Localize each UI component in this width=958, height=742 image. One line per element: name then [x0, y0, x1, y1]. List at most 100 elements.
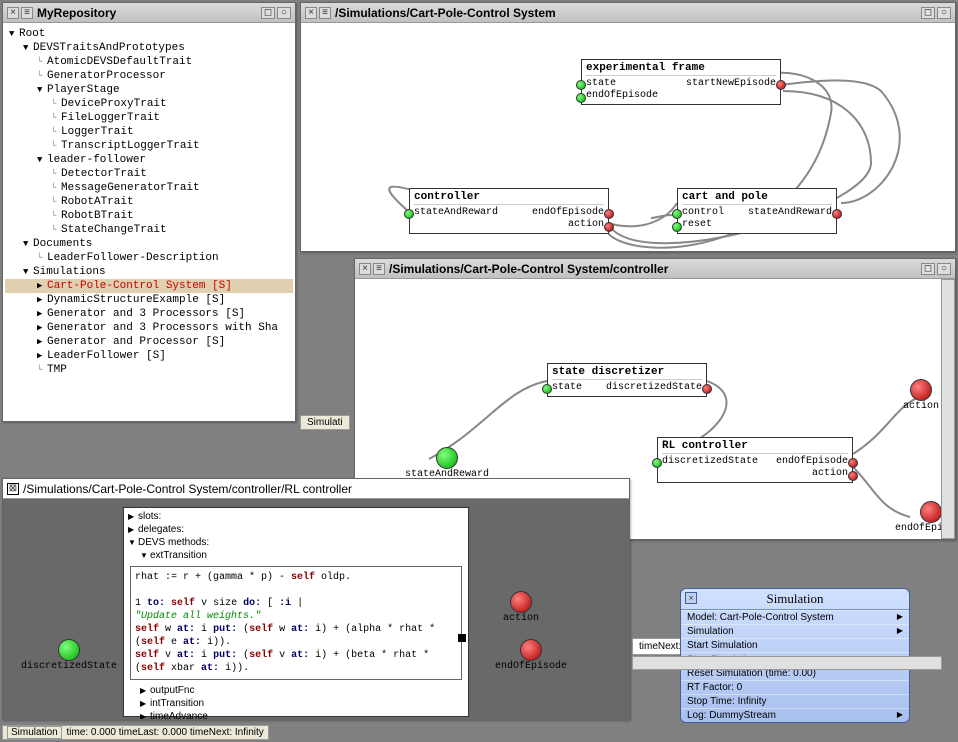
tree-item[interactable]: ▶Generator and Processor [S] [5, 335, 293, 349]
repository-tree[interactable]: ▼Root▼DEVSTraitsAndPrototypes└AtomicDEVS… [3, 23, 295, 421]
editor-canvas[interactable]: discretizedState ▶slots: ▶delegates: ▼DE… [3, 499, 629, 719]
editor-title: /Simulations/Cart-Pole-Control System/co… [23, 482, 625, 496]
collapse-icon[interactable]: ◻ [921, 7, 935, 19]
editor-port-endofepisode[interactable]: endOfEpisode [495, 639, 567, 672]
tree-item[interactable]: ▶DynamicStructureExample [S] [5, 293, 293, 307]
canvas-controller-title: /Simulations/Cart-Pole-Control System/co… [389, 262, 921, 276]
tree-item[interactable]: ▶LeaderFollower [S] [5, 349, 293, 363]
tree-item[interactable]: ▼PlayerStage [5, 83, 293, 97]
editor-port-in[interactable]: discretizedState [21, 639, 117, 672]
tree-item[interactable]: └FileLoggerTrait [5, 111, 293, 125]
tree-item[interactable]: └MessageGeneratorTrait [5, 181, 293, 195]
sim-menu-item[interactable]: Log: DummyStream▶ [681, 708, 909, 722]
freeport-stateandreward[interactable]: stateAndReward [405, 447, 489, 480]
tree-item[interactable]: ▼Root [5, 27, 293, 41]
statusbar-text: time: 0.000 timeLast: 0.000 timeNext: In… [66, 727, 263, 738]
tree-item[interactable]: └RobotBTrait [5, 209, 293, 223]
port-out[interactable] [604, 209, 614, 219]
tree-item[interactable]: └AtomicDEVSDefaultTrait [5, 55, 293, 69]
repository-window: × ≡ MyRepository ◻ ○ ▼Root▼DEVSTraitsAnd… [2, 2, 296, 422]
close-icon[interactable]: ⊠ [7, 483, 19, 495]
node-title: state discretizer [552, 366, 702, 380]
tree-item[interactable]: └StateChangeTrait [5, 223, 293, 237]
sim-menu-item[interactable]: Start Simulation [681, 638, 909, 652]
node-experimental-frame[interactable]: experimental frame statestartNewEpisode … [581, 59, 781, 105]
canvas-controller-titlebar[interactable]: × ≡ /Simulations/Cart-Pole-Control Syste… [355, 259, 955, 279]
repository-title: MyRepository [37, 6, 261, 20]
node-title: RL controller [662, 440, 848, 454]
tab-stub[interactable]: Simulati [300, 415, 350, 430]
node-cart-and-pole[interactable]: cart and pole controlstateAndReward rese… [677, 188, 837, 234]
port-out[interactable] [848, 471, 858, 481]
tree-item[interactable]: └LoggerTrait [5, 125, 293, 139]
port-in[interactable] [672, 209, 682, 219]
collapse-icon[interactable]: ◻ [921, 263, 935, 275]
menu-icon[interactable]: ≡ [21, 7, 33, 19]
sim-menu-item[interactable]: RT Factor: 0 [681, 680, 909, 694]
port-out[interactable] [702, 384, 712, 394]
vertical-scrollbar[interactable] [941, 279, 955, 539]
node-rl-controller[interactable]: RL controller discretizedStateendOfEpiso… [657, 437, 853, 483]
port-out[interactable] [832, 209, 842, 219]
tree-item[interactable]: └TranscriptLoggerTrait [5, 139, 293, 153]
sim-menu-item[interactable]: Model: Cart-Pole-Control System▶ [681, 610, 909, 624]
node-controller[interactable]: controller stateAndRewardendOfEpisode ac… [409, 188, 609, 234]
tree-item[interactable]: ▶Generator and 3 Processors with Sha [5, 321, 293, 335]
grow-icon[interactable]: ○ [937, 263, 951, 275]
editor-titlebar[interactable]: ⊠ /Simulations/Cart-Pole-Control System/… [3, 479, 629, 499]
node-title: controller [414, 191, 604, 205]
tree-item[interactable]: └RobotATrait [5, 195, 293, 209]
canvas-cartpole-window: × ≡ /Simulations/Cart-Pole-Control Syste… [300, 2, 956, 252]
code-section-list[interactable]: ▶slots: ▶delegates: ▼DEVS methods: ▼extT… [124, 508, 468, 564]
tree-item[interactable]: └GeneratorProcessor [5, 69, 293, 83]
node-title: cart and pole [682, 191, 832, 205]
status-bar: Simulation time: 0.000 timeLast: 0.000 t… [2, 725, 269, 740]
tree-item[interactable]: └DetectorTrait [5, 167, 293, 181]
horizontal-scrollbar[interactable] [632, 656, 942, 670]
tree-item[interactable]: ▼Simulations [5, 265, 293, 279]
port-out[interactable] [604, 222, 614, 232]
close-icon[interactable]: × [685, 592, 697, 604]
grow-icon[interactable]: ○ [277, 7, 291, 19]
code-editor[interactable]: rhat := r + (gamma * p) - self oldp.1 to… [130, 566, 462, 680]
port-out[interactable] [776, 80, 786, 90]
port-in[interactable] [542, 384, 552, 394]
tree-item[interactable]: └DeviceProxyTrait [5, 97, 293, 111]
freeport-action[interactable]: action [903, 379, 939, 412]
canvas-cartpole-titlebar[interactable]: × ≡ /Simulations/Cart-Pole-Control Syste… [301, 3, 955, 23]
port-in[interactable] [576, 93, 586, 103]
close-icon[interactable]: × [305, 7, 317, 19]
editor-port-action[interactable]: action [503, 591, 539, 624]
code-section-list[interactable]: ▶outputFnc ▶intTransition ▶timeAdvance ▶… [124, 682, 468, 719]
tree-item[interactable]: └TMP [5, 363, 293, 377]
tree-item[interactable]: ▶Cart-Pole-Control System [S] [5, 279, 293, 293]
tree-item[interactable]: └LeaderFollower-Description [5, 251, 293, 265]
sim-menu-item[interactable]: Simulation▶ [681, 624, 909, 638]
tree-item[interactable]: ▶Generator and 3 Processors [S] [5, 307, 293, 321]
statusbar-label[interactable]: Simulation [7, 726, 62, 739]
port-in[interactable] [652, 458, 662, 468]
menu-icon[interactable]: ≡ [373, 263, 385, 275]
collapse-icon[interactable]: ◻ [261, 7, 275, 19]
sim-menu-item[interactable]: Stop Time: Infinity [681, 694, 909, 708]
grow-icon[interactable]: ○ [937, 7, 951, 19]
menu-icon[interactable]: ≡ [319, 7, 331, 19]
canvas-cartpole[interactable]: experimental frame statestartNewEpisode … [301, 23, 955, 251]
close-icon[interactable]: × [7, 7, 19, 19]
tree-item[interactable]: ▼Documents [5, 237, 293, 251]
close-icon[interactable]: × [359, 263, 371, 275]
node-state-discretizer[interactable]: state discretizer statediscretizedState [547, 363, 707, 397]
simulation-title[interactable]: × Simulation [681, 589, 909, 610]
resize-handle[interactable] [458, 634, 466, 642]
editor-window: ⊠ /Simulations/Cart-Pole-Control System/… [2, 478, 630, 720]
repository-titlebar[interactable]: × ≡ MyRepository ◻ ○ [3, 3, 295, 23]
node-title: experimental frame [586, 62, 776, 76]
port-in[interactable] [404, 209, 414, 219]
canvas-cartpole-title: /Simulations/Cart-Pole-Control System [335, 6, 921, 20]
code-panel[interactable]: ▶slots: ▶delegates: ▼DEVS methods: ▼extT… [123, 507, 469, 717]
port-out[interactable] [848, 458, 858, 468]
port-in[interactable] [672, 222, 682, 232]
tree-item[interactable]: ▼leader-follower [5, 153, 293, 167]
tree-item[interactable]: ▼DEVSTraitsAndPrototypes [5, 41, 293, 55]
port-in[interactable] [576, 80, 586, 90]
